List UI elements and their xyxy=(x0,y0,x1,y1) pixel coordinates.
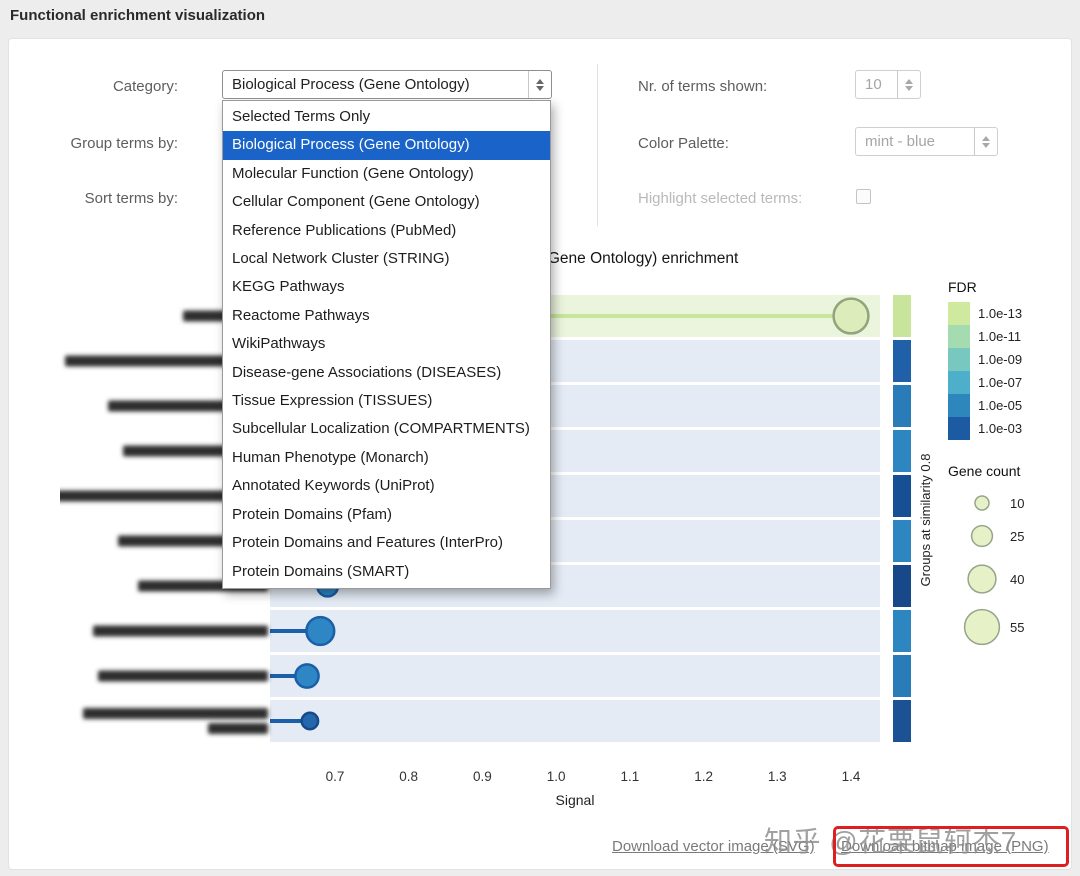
gene-count-label: 25 xyxy=(1010,529,1024,544)
dropdown-option[interactable]: Protein Domains (SMART) xyxy=(223,558,550,586)
fdr-swatch-label: 1.0e-03 xyxy=(978,421,1022,436)
fdr-swatch xyxy=(948,394,970,417)
nr-terms-value: 10 xyxy=(865,76,882,93)
fdr-bar xyxy=(893,385,911,427)
fdr-swatch-label: 1.0e-07 xyxy=(978,375,1022,390)
gene-count-label: 40 xyxy=(1010,572,1024,587)
color-palette-select[interactable]: mint - blue xyxy=(855,127,998,156)
x-tick-label: 1.0 xyxy=(547,769,566,784)
fdr-bar xyxy=(893,520,911,562)
color-palette-label: Color Palette: xyxy=(638,135,729,152)
dropdown-option[interactable]: Local Network Cluster (STRING) xyxy=(223,245,550,273)
x-tick-label: 0.9 xyxy=(473,769,492,784)
gene-count-swatch xyxy=(963,608,1001,646)
fdr-bar xyxy=(893,565,911,607)
x-axis-label: Signal xyxy=(556,792,595,808)
fdr-bar xyxy=(893,655,911,697)
dropdown-option[interactable]: Tissue Expression (TISSUES) xyxy=(223,387,550,415)
dropdown-option[interactable]: KEGG Pathways xyxy=(223,273,550,301)
fdr-swatch-label: 1.0e-13 xyxy=(978,306,1022,321)
fdr-bar xyxy=(893,430,911,472)
fdr-bar xyxy=(893,610,911,652)
sort-terms-label: Sort terms by: xyxy=(84,190,178,207)
fdr-swatch xyxy=(948,302,970,325)
fdr-bar xyxy=(893,295,911,337)
category-label: Category: xyxy=(112,78,178,95)
stepper-arrows-icon xyxy=(897,71,920,98)
form-divider xyxy=(597,64,598,226)
fdr-swatch xyxy=(948,325,970,348)
term-dot xyxy=(305,615,336,647)
term-dot xyxy=(832,297,870,335)
gene-count-legend-title: Gene count xyxy=(948,463,1020,479)
redacted-term-label xyxy=(83,708,268,719)
gene-count-swatch xyxy=(974,495,990,511)
redacted-term-label xyxy=(208,723,268,734)
select-arrows-icon xyxy=(528,71,551,98)
category-select-value: Biological Process (Gene Ontology) xyxy=(232,76,470,93)
gene-count-label: 55 xyxy=(1010,620,1024,635)
dropdown-option[interactable]: Reactome Pathways xyxy=(223,302,550,330)
gene-count-label: 10 xyxy=(1010,496,1024,511)
row-band xyxy=(270,610,880,652)
row-band xyxy=(270,655,880,697)
x-tick-label: 1.2 xyxy=(694,769,713,784)
fdr-swatch-label: 1.0e-05 xyxy=(978,398,1022,413)
fdr-swatch xyxy=(948,417,970,440)
redacted-term-label xyxy=(93,625,268,637)
dropdown-option[interactable]: Reference Publications (PubMed) xyxy=(223,217,550,245)
color-palette-value: mint - blue xyxy=(865,133,936,150)
term-dot xyxy=(294,663,320,689)
fdr-swatch-label: 1.0e-09 xyxy=(978,352,1022,367)
x-tick-label: 0.8 xyxy=(399,769,418,784)
enrichment-chart: Biological Process (Gene Ontology) enric… xyxy=(33,245,1070,823)
select-arrows-icon xyxy=(974,128,997,155)
dropdown-option[interactable]: Disease-gene Associations (DISEASES) xyxy=(223,359,550,387)
page-title: Functional enrichment visualization xyxy=(10,7,266,24)
row-band xyxy=(270,700,880,742)
annotation-red-box xyxy=(833,826,1069,867)
dropdown-option[interactable]: Annotated Keywords (UniProt) xyxy=(223,472,550,500)
groups-axis-label: Groups at similarity 0.8 xyxy=(918,454,933,587)
fdr-bar xyxy=(893,700,911,742)
nr-terms-stepper[interactable]: 10 xyxy=(855,70,921,99)
fdr-legend-title: FDR xyxy=(948,279,977,295)
category-dropdown-list: Selected Terms Only Biological Process (G… xyxy=(222,100,551,589)
dropdown-option[interactable]: Protein Domains and Features (InterPro) xyxy=(223,529,550,557)
dropdown-option[interactable]: Selected Terms Only xyxy=(223,103,550,131)
highlight-selected-label: Highlight selected terms: xyxy=(638,190,803,207)
x-tick-label: 1.1 xyxy=(621,769,640,784)
dropdown-option[interactable]: Cellular Component (Gene Ontology) xyxy=(223,188,550,216)
fdr-swatch xyxy=(948,371,970,394)
term-dot xyxy=(300,711,320,731)
redacted-term-label xyxy=(98,670,268,682)
x-tick-label: 0.7 xyxy=(326,769,345,784)
fdr-swatch-label: 1.0e-11 xyxy=(978,329,1021,344)
dropdown-option[interactable]: Subcellular Localization (COMPARTMENTS) xyxy=(223,415,550,443)
gene-count-swatch xyxy=(970,524,994,548)
category-select[interactable]: Biological Process (Gene Ontology) xyxy=(222,70,552,99)
nr-terms-label: Nr. of terms shown: xyxy=(638,78,768,95)
dropdown-option[interactable]: WikiPathways xyxy=(223,330,550,358)
dropdown-option[interactable]: Human Phenotype (Monarch) xyxy=(223,444,550,472)
dropdown-option[interactable]: Molecular Function (Gene Ontology) xyxy=(223,160,550,188)
fdr-swatch xyxy=(948,348,970,371)
fdr-bar xyxy=(893,340,911,382)
fdr-bar xyxy=(893,475,911,517)
dropdown-option[interactable]: Protein Domains (Pfam) xyxy=(223,501,550,529)
x-tick-label: 1.3 xyxy=(768,769,787,784)
group-terms-label: Group terms by: xyxy=(70,135,178,152)
gene-count-swatch xyxy=(967,564,997,594)
x-tick-label: 1.4 xyxy=(842,769,861,784)
dropdown-option[interactable]: Biological Process (Gene Ontology) xyxy=(223,131,550,160)
highlight-selected-checkbox[interactable] xyxy=(856,189,871,204)
page: Functional enrichment visualization Cate… xyxy=(0,0,1080,876)
